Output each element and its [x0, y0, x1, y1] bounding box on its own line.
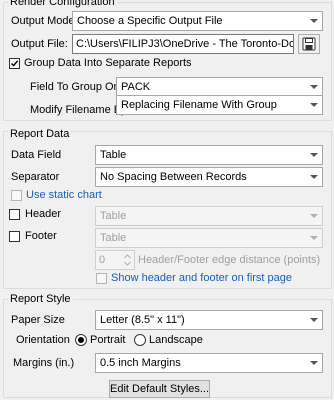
group-data-checkbox[interactable] — [9, 58, 20, 69]
chevron-down-icon — [310, 175, 318, 179]
edit-default-styles-button[interactable]: Edit Default Styles... — [109, 380, 210, 398]
browse-output-button[interactable] — [298, 34, 320, 54]
footer-checkbox[interactable] — [9, 231, 20, 242]
modify-filename-select[interactable]: Replacing Filename With Group — [116, 95, 323, 115]
edge-distance-value: 0 — [99, 254, 106, 266]
modify-filename-label: Modify Filename By: — [30, 104, 130, 116]
portrait-radio[interactable] — [75, 334, 87, 346]
chevron-down-icon — [310, 153, 318, 157]
chevron-down-icon — [310, 214, 318, 218]
paper-size-label: Paper Size — [11, 314, 65, 326]
use-static-chart-label[interactable]: Use static chart — [26, 188, 102, 202]
checkmark-icon — [11, 60, 19, 67]
footer-select[interactable]: Table — [95, 228, 323, 248]
header-checkbox[interactable] — [9, 209, 20, 220]
portrait-label[interactable]: Portrait — [90, 333, 125, 347]
edge-distance-label: Header/Footer edge distance (points) — [138, 254, 321, 266]
orientation-label: Orientation — [16, 334, 70, 346]
chevron-down-icon — [310, 85, 318, 89]
group-data-label[interactable]: Group Data Into Separate Reports — [24, 56, 192, 70]
margins-label: Margins (in.) — [13, 357, 75, 369]
report-style-legend: Report Style — [8, 293, 73, 306]
output-file-input[interactable]: C:\Users\FILIPJ3\OneDrive - The Toronto-… — [72, 34, 294, 54]
radio-selected-dot — [78, 337, 84, 343]
separator-value: No Spacing Between Records — [100, 171, 247, 183]
save-disk-icon — [302, 37, 316, 51]
modify-filename-value: Replacing Filename With Group — [121, 99, 277, 111]
stepper-arrows-icon — [123, 252, 132, 268]
edge-distance-stepper[interactable]: 0 — [95, 250, 135, 270]
landscape-label[interactable]: Landscape — [149, 333, 203, 347]
output-mode-select[interactable]: Choose a Specific Output File — [72, 11, 323, 31]
data-field-label: Data Field — [11, 149, 62, 161]
output-file-label: Output File: — [11, 38, 68, 50]
header-value: Table — [100, 210, 127, 222]
landscape-radio[interactable] — [134, 334, 146, 346]
field-group-value: PACK — [121, 81, 151, 93]
show-first-page-checkbox[interactable] — [96, 273, 107, 284]
report-data-legend: Report Data — [8, 128, 72, 141]
footer-label[interactable]: Footer — [25, 229, 57, 243]
field-group-select[interactable]: PACK — [116, 77, 323, 97]
render-configuration-legend: Render Configuration — [8, 0, 117, 9]
header-label[interactable]: Header — [25, 207, 61, 221]
chevron-down-icon — [310, 318, 318, 322]
use-static-chart-checkbox[interactable] — [11, 190, 22, 201]
output-mode-value: Choose a Specific Output File — [77, 15, 223, 27]
footer-value: Table — [100, 232, 127, 244]
separator-select[interactable]: No Spacing Between Records — [95, 167, 323, 187]
chevron-down-icon — [310, 236, 318, 240]
chevron-down-icon — [310, 103, 318, 107]
data-field-select[interactable]: Table — [95, 145, 323, 165]
header-select[interactable]: Table — [95, 206, 323, 226]
output-mode-label: Output Mode: — [11, 15, 78, 27]
paper-size-select[interactable]: Letter (8.5" x 11") — [95, 310, 323, 330]
separator-label: Separator — [11, 171, 60, 183]
chevron-down-icon — [310, 19, 318, 23]
paper-size-value: Letter (8.5" x 11") — [100, 314, 185, 326]
margins-select[interactable]: 0.5 inch Margins — [95, 353, 323, 373]
margins-value: 0.5 inch Margins — [100, 357, 181, 369]
show-first-page-label[interactable]: Show header and footer on first page — [111, 271, 292, 285]
field-group-label: Field To Group On: — [30, 81, 123, 93]
chevron-down-icon — [310, 361, 318, 365]
data-field-value: Table — [100, 149, 127, 161]
